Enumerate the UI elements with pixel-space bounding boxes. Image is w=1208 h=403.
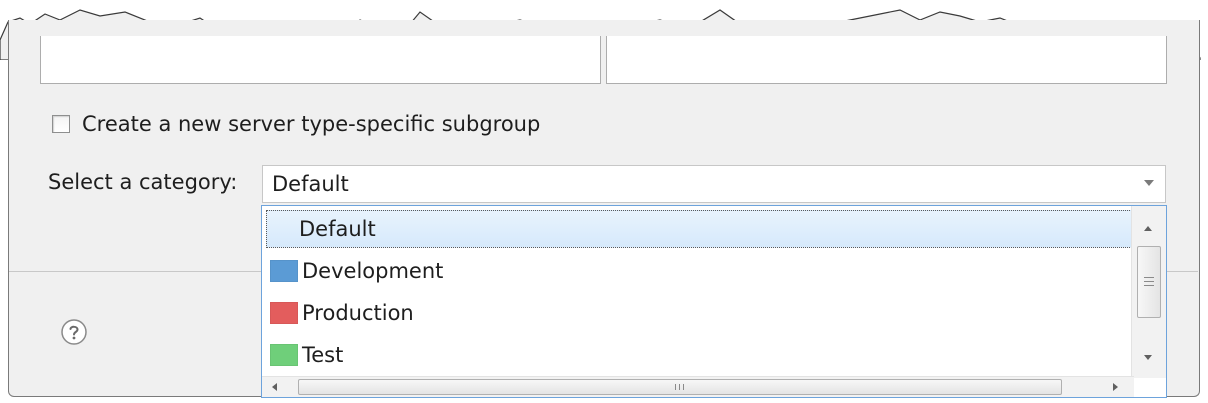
grip-line	[675, 384, 676, 390]
category-label: Select a category:	[48, 170, 238, 194]
option-default[interactable]: Default	[266, 210, 1132, 248]
subgroup-checkbox[interactable]	[52, 115, 70, 133]
vertical-scrollbar[interactable]	[1131, 206, 1166, 378]
help-icon[interactable]	[60, 318, 88, 346]
option-production[interactable]: Production	[266, 294, 1132, 332]
chevron-down-icon[interactable]	[1144, 180, 1154, 186]
subgroup-checkbox-row[interactable]: Create a new server type-specific subgro…	[52, 110, 540, 138]
category-dropdown-list[interactable]: Default Development Production Test	[261, 205, 1167, 398]
left-panel	[40, 36, 601, 84]
grip-line	[1144, 281, 1154, 282]
category-select[interactable]: Default	[262, 165, 1166, 203]
vertical-scroll-thumb[interactable]	[1137, 246, 1161, 318]
subgroup-checkbox-label: Create a new server type-specific subgro…	[82, 112, 541, 136]
horizontal-scrollbar[interactable]	[262, 376, 1134, 397]
horizontal-scroll-thumb[interactable]	[298, 379, 1062, 395]
grip-line	[683, 384, 684, 390]
scroll-down-icon[interactable]	[1144, 355, 1152, 360]
grip-line	[1144, 277, 1154, 278]
production-color-swatch	[270, 302, 298, 324]
scroll-up-icon[interactable]	[1144, 226, 1152, 231]
option-test-label: Test	[302, 343, 344, 367]
option-test[interactable]: Test	[266, 336, 1132, 374]
grip-line	[1144, 285, 1154, 286]
grip-line	[679, 384, 680, 390]
option-development[interactable]: Development	[266, 252, 1132, 290]
option-development-label: Development	[302, 259, 444, 283]
development-color-swatch	[270, 260, 298, 282]
option-default-label: Default	[299, 217, 376, 241]
option-production-label: Production	[302, 301, 414, 325]
scroll-right-icon[interactable]	[1113, 383, 1118, 391]
right-panel	[606, 36, 1167, 84]
test-color-swatch	[270, 344, 298, 366]
scroll-left-icon[interactable]	[272, 383, 277, 391]
category-select-value: Default	[272, 172, 349, 196]
